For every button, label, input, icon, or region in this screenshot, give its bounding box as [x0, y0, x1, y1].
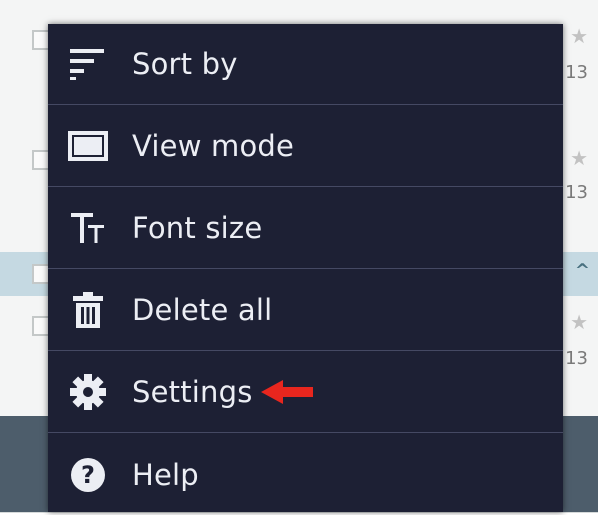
menu-item-settings[interactable]: Settings: [48, 352, 563, 433]
star-icon: ★: [570, 146, 588, 170]
menu-item-label: Sort by: [132, 47, 238, 81]
menu-item-label: Font size: [132, 211, 263, 245]
menu-item-label: Settings: [132, 375, 253, 409]
sort-lines-icon: [68, 44, 108, 84]
options-menu: Sort by View mode Font size Delete all S…: [48, 24, 563, 512]
view-mode-icon: [68, 126, 108, 166]
row-date: 13: [565, 62, 588, 83]
menu-item-sort-by[interactable]: Sort by: [48, 24, 563, 105]
menu-item-delete-all[interactable]: Delete all: [48, 270, 563, 351]
row-date: 13: [565, 182, 588, 203]
menu-item-view-mode[interactable]: View mode: [48, 106, 563, 187]
red-arrow-icon: [259, 378, 315, 406]
menu-item-help[interactable]: ? Help: [48, 434, 563, 515]
menu-item-label: Help: [132, 457, 199, 492]
row-date: 13: [565, 348, 588, 369]
menu-item-label: View mode: [132, 129, 295, 163]
gear-icon: [68, 372, 108, 412]
star-icon: ★: [570, 24, 588, 48]
help-icon: ?: [68, 455, 108, 495]
menu-item-font-size[interactable]: Font size: [48, 188, 563, 269]
chevron-up-icon: ^: [574, 260, 590, 281]
font-size-icon: [68, 208, 108, 248]
svg-text:?: ?: [81, 461, 95, 489]
menu-item-label: Delete all: [132, 293, 273, 327]
trash-icon: [68, 290, 108, 330]
star-icon: ★: [570, 310, 588, 334]
